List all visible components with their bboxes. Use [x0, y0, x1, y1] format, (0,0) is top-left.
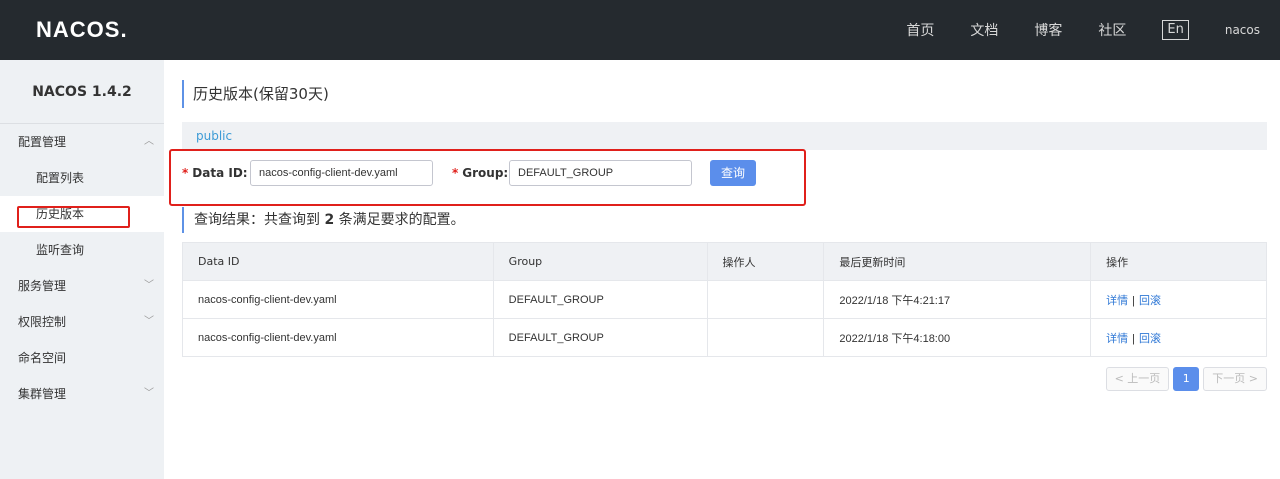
top-nav: 首页 文档 博客 社区 En nacos	[906, 0, 1280, 60]
version-label: NACOS 1.4.2	[0, 60, 164, 124]
namespace-bar: public	[182, 122, 1267, 150]
menu-group-label: 服务管理	[18, 279, 67, 293]
detail-link[interactable]: 详情	[1106, 295, 1128, 307]
menu-namespace[interactable]: 命名空间	[0, 340, 164, 376]
nav-blog[interactable]: 博客	[1034, 20, 1062, 40]
menu-access-control[interactable]: 权限控制 ﹀	[0, 304, 164, 340]
column-header: 操作	[1090, 242, 1267, 281]
table-header: Data ID Group 操作人 最后更新时间 操作	[182, 242, 1267, 281]
nav-community[interactable]: 社区	[1098, 20, 1126, 40]
search-form: * Data ID: nacos-config-client-dev.yaml *…	[182, 160, 822, 186]
cell-data-id: nacos-config-client-dev.yaml	[182, 280, 494, 319]
action-separator: |	[1132, 294, 1135, 307]
cell-actions: 详情 | 回滚	[1090, 280, 1267, 319]
detail-link[interactable]: 详情	[1106, 333, 1128, 345]
menu-config-management[interactable]: 配置管理 ︿	[0, 124, 164, 160]
cell-actions: 详情 | 回滚	[1090, 318, 1267, 357]
cell-operator	[706, 318, 825, 357]
column-header: 操作人	[706, 242, 825, 281]
rollback-link[interactable]: 回滚	[1139, 333, 1161, 345]
highlight-box-sidebar	[17, 206, 130, 228]
nacos-logo[interactable]: NACOS.	[36, 17, 128, 43]
chevron-down-icon: ﹀	[144, 280, 154, 291]
chevron-down-icon: ﹀	[144, 316, 154, 327]
cell-operator	[706, 280, 825, 319]
menu-group-label: 配置管理	[18, 135, 67, 149]
group-label: * Group:	[452, 166, 509, 180]
menu-group-label: 命名空间	[18, 351, 67, 365]
table-row: nacos-config-client-dev.yaml DEFAULT_GRO…	[182, 318, 1267, 357]
history-table: Data ID Group 操作人 最后更新时间 操作 nacos-config…	[182, 242, 1267, 357]
data-id-input[interactable]: nacos-config-client-dev.yaml	[250, 160, 433, 186]
menu-group-label: 权限控制	[18, 315, 67, 329]
language-switch[interactable]: En	[1162, 20, 1189, 40]
menu-group-label: 集群管理	[18, 387, 67, 401]
page-title: 历史版本(保留30天)	[182, 80, 329, 108]
chevron-up-icon: ︿	[144, 136, 154, 147]
nav-docs[interactable]: 文档	[970, 20, 998, 40]
next-page-button[interactable]: 下一页 >	[1203, 367, 1267, 391]
chevron-down-icon: ﹀	[144, 388, 154, 399]
sidebar: NACOS 1.4.2 配置管理 ︿ 配置列表 历史版本 监听查询 服务管理 ﹀…	[0, 60, 164, 479]
cell-time: 2022/1/18 下午4:18:00	[823, 318, 1092, 357]
column-header: Group	[492, 242, 708, 281]
cell-time: 2022/1/18 下午4:21:17	[823, 280, 1092, 319]
column-header: 最后更新时间	[823, 242, 1092, 281]
result-count: 2	[324, 212, 335, 228]
data-id-label: * Data ID:	[182, 166, 248, 180]
menu-service-management[interactable]: 服务管理 ﹀	[0, 268, 164, 304]
namespace-public[interactable]: public	[196, 122, 232, 150]
user-name[interactable]: nacos	[1225, 23, 1260, 37]
cell-group: DEFAULT_GROUP	[492, 318, 708, 357]
query-button[interactable]: 查询	[710, 160, 756, 186]
action-separator: |	[1132, 332, 1135, 345]
chevron-right-icon: >	[1245, 372, 1258, 385]
table-row: nacos-config-client-dev.yaml DEFAULT_GRO…	[182, 280, 1267, 319]
result-summary: 查询结果：共查询到 2 条满足要求的配置。	[182, 207, 465, 233]
chevron-left-icon: <	[1114, 372, 1128, 385]
menu-cluster-management[interactable]: 集群管理 ﹀	[0, 376, 164, 412]
required-star: *	[452, 166, 459, 180]
top-navbar: NACOS. 首页 文档 博客 社区 En nacos	[0, 0, 1280, 60]
cell-data-id: nacos-config-client-dev.yaml	[182, 318, 494, 357]
page-number-current[interactable]: 1	[1173, 367, 1200, 391]
group-input[interactable]: DEFAULT_GROUP	[509, 160, 692, 186]
sidebar-item-listener-query[interactable]: 监听查询	[0, 232, 164, 268]
prev-page-button[interactable]: < 上一页	[1105, 367, 1170, 391]
rollback-link[interactable]: 回滚	[1139, 295, 1161, 307]
sidebar-item-config-list[interactable]: 配置列表	[0, 160, 164, 196]
pagination: < 上一页 1 下一页 >	[1102, 367, 1267, 391]
cell-group: DEFAULT_GROUP	[492, 280, 708, 319]
nav-home[interactable]: 首页	[906, 20, 934, 40]
column-header: Data ID	[182, 242, 494, 281]
required-star: *	[182, 166, 189, 180]
